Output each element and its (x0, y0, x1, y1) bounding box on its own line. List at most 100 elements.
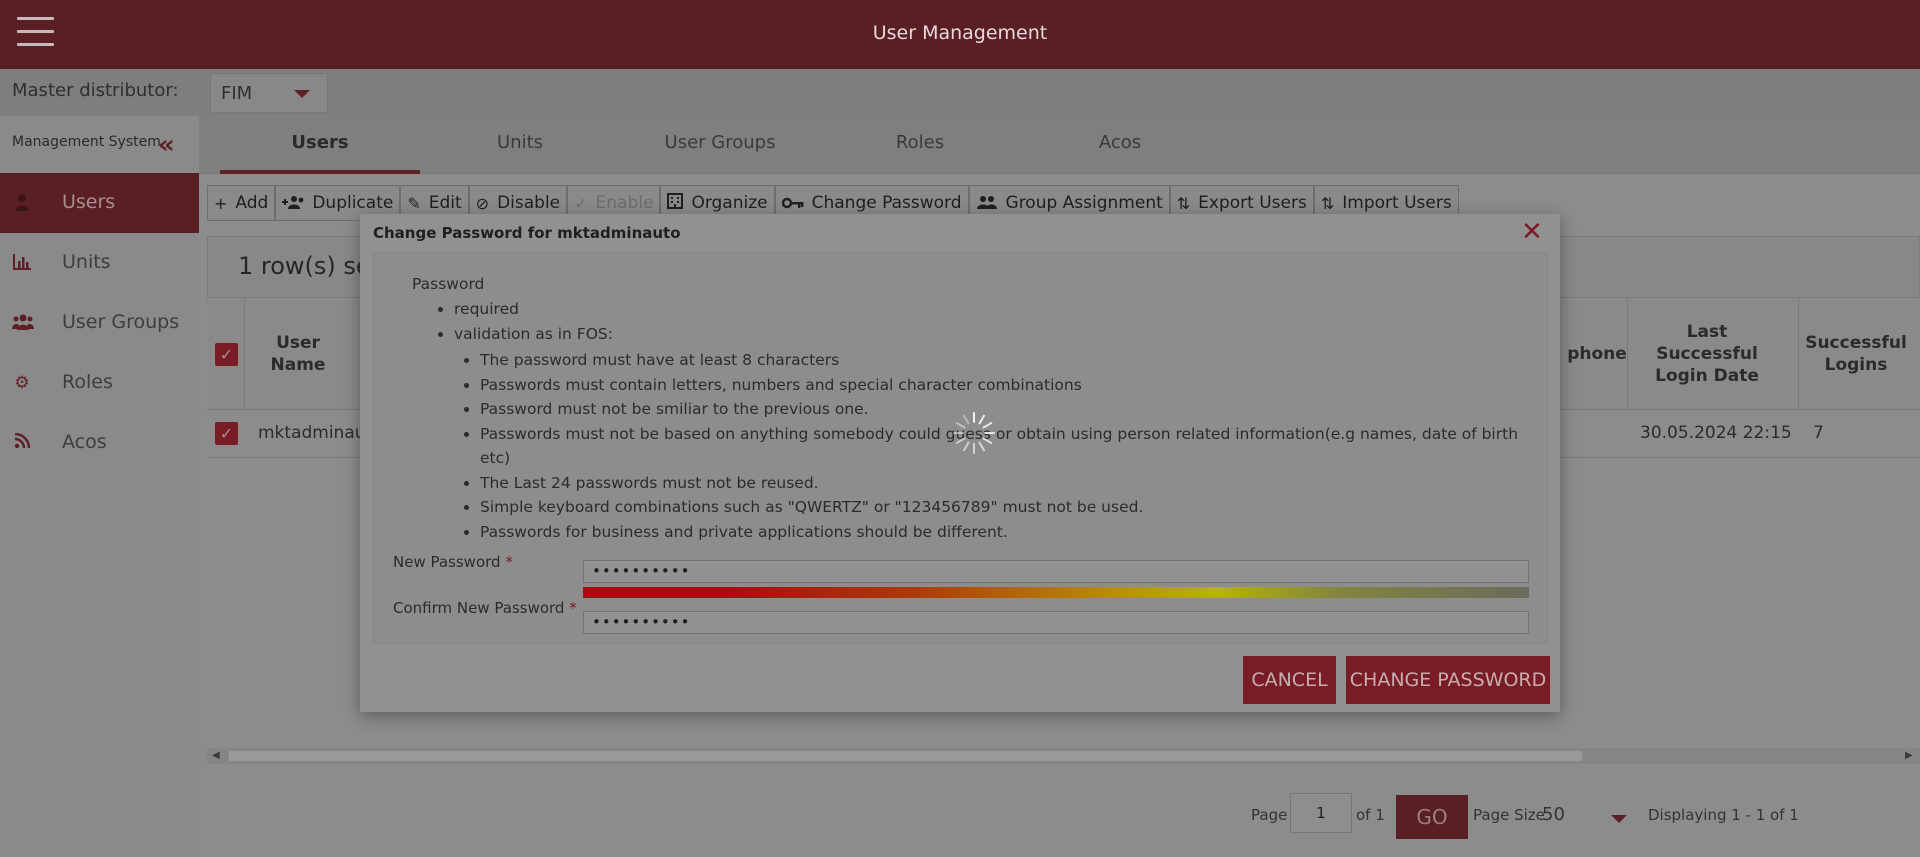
scroll-left-icon[interactable]: ◀ (212, 748, 220, 764)
subrule: The Last 24 passwords must not be reused… (480, 471, 1547, 496)
confirm-password-label-text: Confirm New Password (393, 599, 565, 617)
pager-displaying: Displaying 1 - 1 of 1 (1648, 806, 1799, 824)
new-password-input[interactable]: •••••••••• (583, 560, 1529, 583)
subrule: Password must not be smiliar to the prev… (480, 397, 1547, 422)
add-button[interactable]: + Add (207, 185, 276, 221)
change-password-dialog: Change Password for mktadminauto ✕ Passw… (360, 214, 1560, 712)
page-size-value[interactable]: 50 (1542, 804, 1565, 848)
sidebar-item-label: User Groups (62, 311, 180, 333)
dialog-body: Password required validation as in FOS: … (373, 252, 1548, 644)
cell-user-name: mktadminaut (258, 423, 373, 443)
sidebar-heading: Management System (12, 134, 161, 150)
tab-roles[interactable]: Roles (820, 116, 1020, 174)
password-rules: Password required validation as in FOS: … (412, 275, 1547, 544)
users-icon (976, 194, 998, 213)
sidebar-item-label: Units (62, 251, 111, 273)
sidebar-item-user-groups[interactable]: User Groups (0, 293, 199, 353)
subrule: Passwords must contain letters, numbers … (480, 373, 1547, 398)
close-icon[interactable]: ✕ (1521, 219, 1543, 245)
required-marker: * (569, 599, 577, 617)
ban-icon: ⊘ (475, 193, 490, 213)
password-rules-title: Password (412, 275, 485, 293)
cancel-button[interactable]: CANCEL (1243, 656, 1336, 704)
distributor-value: FIM (221, 83, 253, 104)
sidebar-item-label: Users (62, 191, 116, 213)
disable-label: Disable (497, 193, 561, 213)
import-users-label: Import Users (1342, 193, 1452, 213)
sidebar-item-roles[interactable]: ⚙ Roles (0, 353, 199, 413)
bar-chart-icon (12, 253, 32, 273)
chevron-down-icon (294, 90, 310, 98)
add-label: Add (235, 193, 269, 213)
user-icon (12, 193, 32, 213)
loading-spinner-icon (952, 411, 996, 455)
select-all-checkbox[interactable]: ✓ (215, 343, 238, 366)
subrule: Simple keyboard combinations such as "QW… (480, 495, 1547, 520)
sidebar-item-units[interactable]: Units (0, 233, 199, 293)
key-icon (781, 194, 804, 213)
duplicate-label: Duplicate (312, 193, 394, 213)
organize-label: Organize (691, 193, 768, 213)
tab-bar: Users Units User Groups Roles Acos (199, 116, 1920, 174)
enable-label: Enable (595, 193, 654, 213)
row-checkbox[interactable]: ✓ (215, 422, 238, 445)
edit-label: Edit (428, 193, 462, 213)
tab-units[interactable]: Units (420, 116, 620, 174)
new-password-label: New Password * (393, 553, 513, 571)
password-strength-meter (583, 587, 1529, 598)
go-button[interactable]: GO (1396, 795, 1468, 839)
sort-arrows-icon: ⇅ (1176, 193, 1191, 213)
check-circle-icon: ✓ (574, 193, 588, 213)
confirm-password-label: Confirm New Password * (393, 599, 577, 617)
sidebar-item-acos[interactable]: Acos (0, 413, 199, 473)
collapse-sidebar-icon[interactable]: « (158, 132, 175, 158)
rule-required: required (454, 297, 1547, 322)
selection-count: 1 row(s) sel (238, 252, 378, 280)
rule-validation: validation as in FOS: (454, 324, 613, 343)
sidebar-item-label: Acos (62, 431, 107, 453)
app-header: User Management (0, 0, 1920, 69)
pencil-icon: ✎ (407, 193, 421, 213)
scrollbar-thumb[interactable] (229, 751, 1582, 761)
rss-icon (12, 432, 32, 453)
user-plus-icon (282, 194, 304, 213)
pager-page-label: Page (1251, 806, 1288, 824)
tab-users[interactable]: Users (220, 116, 420, 174)
sidebar: Management System « Users Units User Gro… (0, 116, 199, 857)
subrule: Passwords must not be based on anything … (480, 422, 1547, 471)
new-password-label-text: New Password (393, 553, 501, 571)
page-number-input[interactable]: 1 (1290, 793, 1352, 833)
change-password-submit-button[interactable]: CHANGE PASSWORD (1346, 656, 1550, 704)
sidebar-item-users[interactable]: Users (0, 173, 199, 233)
horizontal-scrollbar[interactable]: ◀ ▶ (207, 748, 1920, 764)
pager-size-label: Page Size (1473, 806, 1545, 824)
change-password-label: Change Password (811, 193, 962, 213)
page-title: User Management (872, 22, 1048, 44)
plus-icon: + (214, 193, 228, 213)
dialog-title: Change Password for mktadminauto (373, 224, 681, 242)
subrule: Passwords for business and private appli… (480, 520, 1547, 545)
column-header-user-name[interactable]: User Name (257, 332, 339, 376)
building-icon (667, 193, 684, 213)
group-assignment-label: Group Assignment (1005, 193, 1163, 213)
pager-of-label: of 1 (1356, 806, 1385, 824)
confirm-password-input[interactable]: •••••••••• (583, 611, 1529, 634)
scroll-right-icon[interactable]: ▶ (1905, 748, 1913, 764)
required-marker: * (505, 553, 513, 571)
distributor-select[interactable]: FIM (210, 73, 328, 113)
chevron-down-icon[interactable] (1611, 815, 1627, 823)
sidebar-item-label: Roles (62, 371, 113, 393)
distributor-bar: Master distributor: FIM (0, 69, 1920, 116)
export-users-label: Export Users (1198, 193, 1307, 213)
column-header-successful-logins[interactable]: Successful Logins (1802, 332, 1910, 376)
cell-successful-logins: 7 (1813, 423, 1824, 443)
tab-user-groups[interactable]: User Groups (620, 116, 820, 174)
users-icon (12, 313, 34, 333)
distributor-label: Master distributor: (12, 80, 179, 101)
gear-icon: ⚙ (14, 373, 30, 393)
cell-last-login: 30.05.2024 22:15 (1640, 423, 1792, 443)
tab-acos[interactable]: Acos (1020, 116, 1220, 174)
column-header-last-login[interactable]: Last Successful Login Date (1645, 321, 1769, 387)
sort-arrows-icon: ⇅ (1320, 193, 1335, 213)
subrule: The password must have at least 8 charac… (480, 348, 1547, 373)
